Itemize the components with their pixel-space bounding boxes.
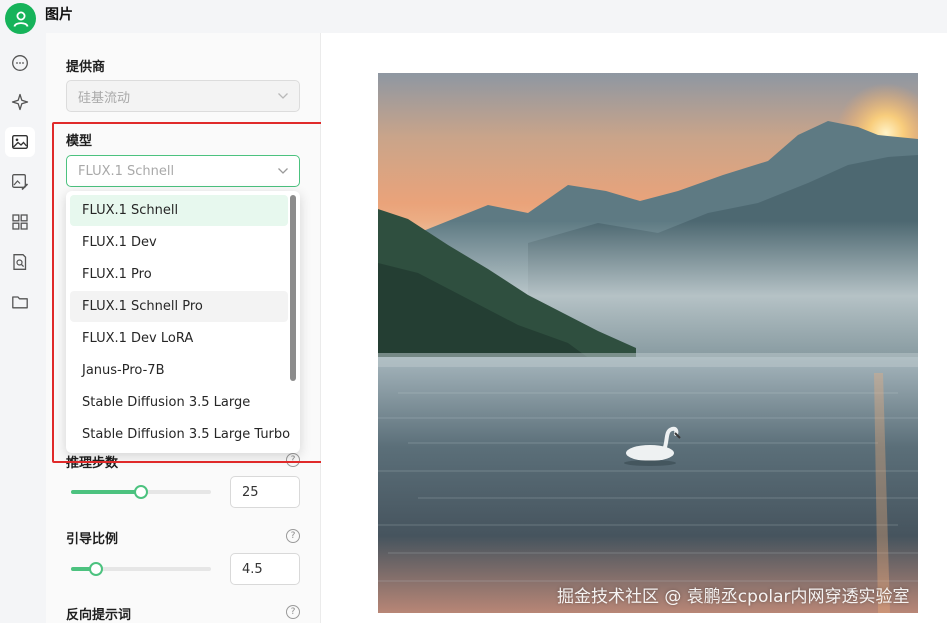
image-edit-icon[interactable] [5,167,35,197]
steps-input[interactable]: 25 [230,476,300,508]
help-icon[interactable]: ? [286,529,300,543]
model-option[interactable]: FLUX.1 Pro [70,259,288,290]
help-icon[interactable]: ? [286,453,300,467]
page-title: 图片 [45,7,73,23]
document-search-icon[interactable] [5,247,35,277]
model-option[interactable]: Janus-Pro-7B [70,355,288,386]
guidance-slider-thumb[interactable] [89,562,103,576]
model-option[interactable]: FLUX.1 Dev [70,227,288,258]
model-label: 模型 [66,134,93,149]
guidance-label: 引导比例 [66,532,119,547]
dropdown-scrollbar[interactable] [290,195,296,381]
grid-icon[interactable] [5,207,35,237]
guidance-slider[interactable] [71,562,211,576]
model-placeholder: FLUX.1 Schnell [78,163,175,179]
steps-slider[interactable] [71,485,211,499]
watermark-text: 掘金技术社区 @ 袁鹏丞cpolar内网穿透实验室 [557,587,910,607]
model-dropdown-list: FLUX.1 Schnell FLUX.1 Dev FLUX.1 Pro FLUX.1… [66,191,300,453]
steps-slider-thumb[interactable] [134,485,148,499]
chevron-down-icon [278,168,288,174]
model-option[interactable]: FLUX.1 Dev LoRA [70,323,288,354]
negative-prompt-label: 反向提示词 [66,608,132,623]
image-icon[interactable] [5,127,35,157]
folder-icon[interactable] [5,287,35,317]
model-option[interactable]: FLUX.1 Schnell [70,195,288,226]
steps-label: 推理步数 [66,456,119,471]
sparkle-icon[interactable] [5,87,35,117]
help-icon[interactable]: ? [286,605,300,619]
user-icon [13,11,28,27]
model-select[interactable]: FLUX.1 Schnell [66,155,300,187]
chat-bubble-icon[interactable] [5,48,35,78]
provider-label: 提供商 [66,60,106,75]
guidance-input[interactable]: 4.5 [230,553,300,585]
chevron-down-icon [278,93,288,99]
icon-rail [0,40,40,623]
provider-select[interactable]: 硅基流动 [66,80,300,112]
steps-slider-fill [71,490,141,494]
model-option[interactable]: Stable Diffusion 3.5 Large Turbo [70,419,290,450]
generated-image[interactable] [378,73,918,613]
user-avatar[interactable] [5,3,36,34]
model-option[interactable]: FLUX.1 Schnell Pro [70,291,288,322]
model-option[interactable]: Stable Diffusion 3.5 Large [70,387,288,418]
provider-value: 硅基流动 [78,90,131,106]
